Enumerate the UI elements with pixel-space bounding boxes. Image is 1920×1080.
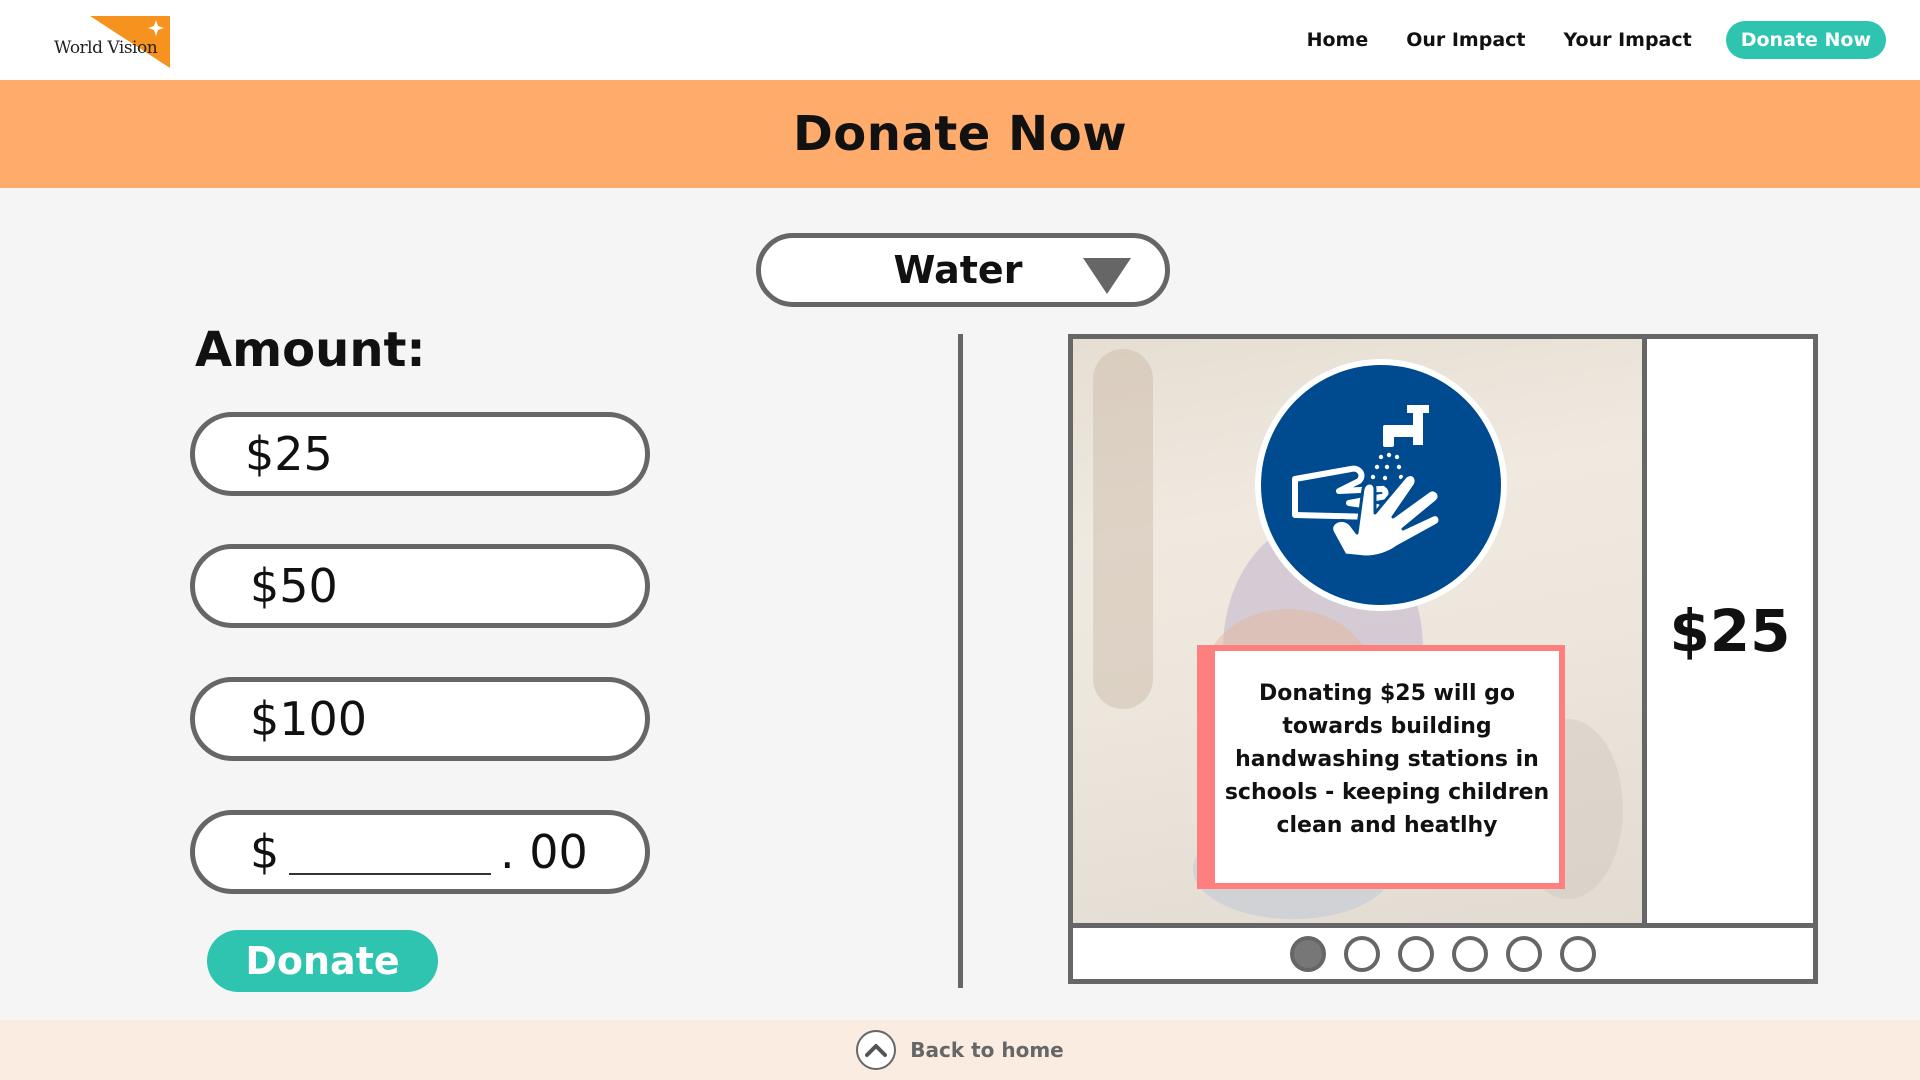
nav-donate-now-button[interactable]: Donate Now bbox=[1725, 21, 1886, 59]
carousel-dot-4[interactable] bbox=[1452, 935, 1488, 972]
triangle-down-icon bbox=[1083, 258, 1131, 294]
slide-price: $25 bbox=[1669, 597, 1791, 665]
back-to-home-label: Back to home bbox=[910, 1038, 1064, 1062]
section-divider bbox=[958, 334, 963, 988]
amount-label: Amount: bbox=[195, 322, 426, 378]
category-selected-value: Water bbox=[893, 248, 1023, 292]
back-to-home-link[interactable]: Back to home bbox=[856, 1030, 1064, 1070]
site-header: World Vision Home Our Impact Your Impact… bbox=[0, 0, 1920, 80]
page-title: Donate Now bbox=[792, 106, 1128, 162]
amount-option-label: $50 bbox=[250, 559, 338, 613]
amount-option-label: $25 bbox=[245, 427, 333, 481]
custom-amount-currency: $ bbox=[250, 825, 280, 879]
carousel-dot-1[interactable] bbox=[1290, 935, 1326, 972]
impact-description: Donating $25 will go towards building ha… bbox=[1215, 651, 1559, 883]
carousel-pagination bbox=[1073, 923, 1813, 979]
nav-your-impact[interactable]: Your Impact bbox=[1564, 29, 1692, 51]
impact-info-box: Donating $25 will go towards building ha… bbox=[1197, 645, 1565, 889]
amount-option-50[interactable]: $50 bbox=[190, 544, 650, 628]
slide-photo: Donating $25 will go towards building ha… bbox=[1073, 339, 1647, 923]
page-footer: Back to home bbox=[0, 1020, 1920, 1080]
amount-option-100[interactable]: $100 bbox=[190, 677, 650, 761]
logo-text: World Vision bbox=[54, 38, 158, 58]
custom-amount-cents: . 00 bbox=[500, 825, 588, 879]
category-dropdown[interactable]: Water bbox=[756, 233, 1170, 307]
carousel-dot-3[interactable] bbox=[1398, 935, 1434, 972]
donate-button[interactable]: Donate bbox=[207, 930, 438, 992]
main-nav: Home Our Impact Your Impact Donate Now bbox=[1307, 21, 1886, 59]
nav-our-impact[interactable]: Our Impact bbox=[1406, 29, 1525, 51]
custom-amount-field[interactable]: $ . 00 bbox=[190, 810, 650, 894]
carousel-dot-2[interactable] bbox=[1344, 935, 1380, 972]
nav-home[interactable]: Home bbox=[1307, 29, 1369, 51]
page-banner: Donate Now bbox=[0, 80, 1920, 188]
amount-option-label: $100 bbox=[250, 692, 368, 746]
custom-amount-input[interactable] bbox=[289, 873, 491, 875]
carousel-dot-6[interactable] bbox=[1560, 935, 1596, 972]
carousel-dot-5[interactable] bbox=[1506, 935, 1542, 972]
handwashing-icon bbox=[1255, 359, 1507, 611]
chevron-up-icon bbox=[856, 1030, 897, 1070]
impact-carousel: Donating $25 will go towards building ha… bbox=[1068, 334, 1818, 984]
world-vision-logo[interactable]: World Vision bbox=[54, 14, 194, 70]
amount-option-25[interactable]: $25 bbox=[190, 412, 650, 496]
